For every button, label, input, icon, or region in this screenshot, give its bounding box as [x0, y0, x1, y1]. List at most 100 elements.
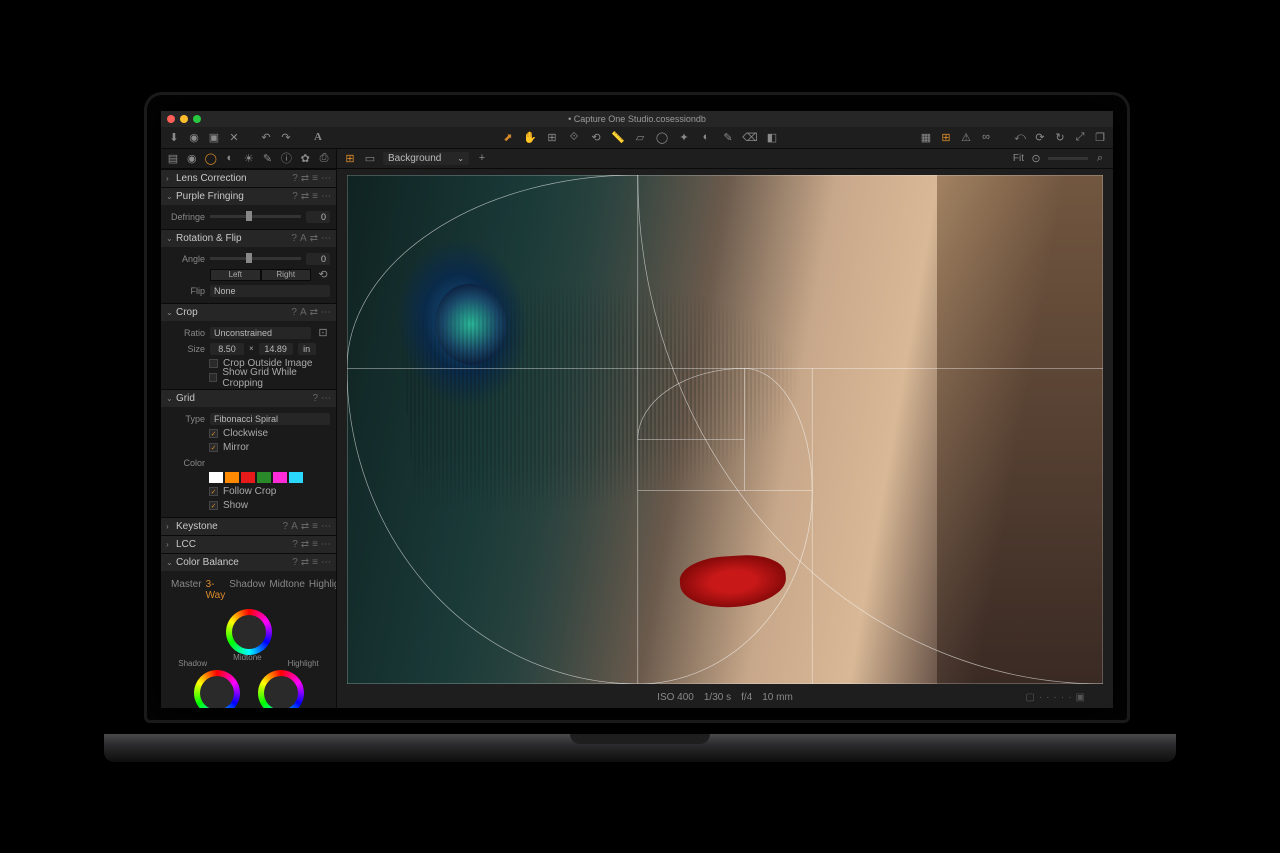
- search-icon[interactable]: ⌕: [1093, 151, 1107, 165]
- zoom-window[interactable]: [193, 115, 201, 123]
- highlight-wheel[interactable]: [258, 670, 304, 708]
- photo-preview: [347, 175, 1103, 684]
- cb-tab-midtone[interactable]: Midtone: [269, 579, 305, 601]
- rotate-tool-icon[interactable]: ⟲: [589, 130, 603, 144]
- size-unit-select[interactable]: in: [298, 343, 316, 355]
- panel-purple-header[interactable]: ⌄ Purple Fringing ?⇄≡⋯: [161, 187, 336, 205]
- straighten-tool-icon[interactable]: 📏: [611, 130, 625, 144]
- shadow-wheel[interactable]: [194, 670, 240, 708]
- brush-tool-icon[interactable]: ✎: [721, 130, 735, 144]
- tab-exposure-icon[interactable]: ☀: [243, 151, 255, 165]
- rating-dots[interactable]: ▢·····▣: [1025, 692, 1085, 703]
- tab-output-icon[interactable]: ⎙: [318, 151, 330, 165]
- main-toolbar: ⬇ ◉ ▣ ✕ ↶ ↷ A ⬈ ✋ ⊞ ⟐ ⟲ 📏 ▱ ◯ ✦ ◐ ✎ ⌫ ◧ …: [161, 127, 1113, 149]
- reset-icon[interactable]: ⟳: [1033, 130, 1047, 144]
- undo-icon[interactable]: ↶: [259, 130, 273, 144]
- grid-type-select[interactable]: Fibonacci Spiral: [210, 413, 330, 425]
- swatch-magenta[interactable]: [273, 472, 287, 483]
- zoom-slider[interactable]: [1048, 157, 1088, 160]
- text-icon[interactable]: A: [311, 130, 325, 144]
- swatch-red[interactable]: [241, 472, 255, 483]
- size-height-input[interactable]: 14.89: [259, 343, 293, 355]
- rotate-cw-icon[interactable]: ↻: [1053, 130, 1067, 144]
- chevron-down-icon: ⌄: [166, 234, 176, 243]
- expand-icon[interactable]: ⤢: [1073, 130, 1087, 144]
- focus-icon[interactable]: ▦: [919, 130, 933, 144]
- size-width-input[interactable]: 8.50: [210, 343, 244, 355]
- fit-label[interactable]: Fit: [1013, 153, 1024, 164]
- spot-tool-icon[interactable]: ◯: [655, 130, 669, 144]
- swatch-orange[interactable]: [225, 472, 239, 483]
- add-layer-icon[interactable]: +: [475, 151, 489, 165]
- panel-keystone-header[interactable]: › Keystone ?A⇄≡⋯: [161, 517, 336, 535]
- image-viewport[interactable]: [337, 169, 1113, 688]
- erase-tool-icon[interactable]: ⌫: [743, 130, 757, 144]
- zoom-slider-icon[interactable]: ⊙: [1029, 151, 1043, 165]
- panel-lcc-header[interactable]: › LCC ?⇄≡⋯: [161, 535, 336, 553]
- clockwise-checkbox[interactable]: ✓Clockwise: [167, 427, 330, 441]
- tab-meta-icon[interactable]: ⓘ: [280, 151, 292, 165]
- swatch-white[interactable]: [209, 472, 223, 483]
- pan-tool-icon[interactable]: ⊞: [545, 130, 559, 144]
- crop-tool-shortcut-icon[interactable]: ⊡: [316, 326, 330, 340]
- minimize-window[interactable]: [180, 115, 188, 123]
- close-window[interactable]: [167, 115, 175, 123]
- defringe-label: Defringe: [167, 212, 205, 222]
- tab-lens-icon[interactable]: ◯: [205, 151, 217, 165]
- reset-angle-icon[interactable]: ⟲: [316, 268, 330, 282]
- warning-icon[interactable]: ⚠: [959, 130, 973, 144]
- show-grid-checkbox[interactable]: ✓Show: [167, 499, 330, 513]
- clear-icon[interactable]: ✕: [227, 130, 241, 144]
- redo-icon[interactable]: ↷: [279, 130, 293, 144]
- show-grid-checkbox[interactable]: Show Grid While Cropping: [167, 371, 330, 385]
- cursor-tool-icon[interactable]: ⬈: [501, 130, 515, 144]
- preview-icon[interactable]: ∞: [979, 130, 993, 144]
- crop-tool-icon[interactable]: ⟐: [567, 130, 581, 144]
- gradient-tool-icon[interactable]: ◧: [765, 130, 779, 144]
- mask-tool-icon[interactable]: ◐: [699, 130, 713, 144]
- tab-library-icon[interactable]: ▤: [167, 151, 179, 165]
- angle-slider[interactable]: [210, 257, 301, 260]
- cb-tab-master[interactable]: Master: [171, 579, 202, 601]
- layer-select[interactable]: Background ⌄: [383, 152, 469, 165]
- panel-crop-header[interactable]: ⌄ Crop ?A⇄⋯: [161, 303, 336, 321]
- rotate-left-button[interactable]: Left: [210, 269, 261, 281]
- rotate-ccw-icon[interactable]: ⤺: [1013, 130, 1027, 144]
- angle-value[interactable]: 0: [306, 253, 330, 265]
- flip-select[interactable]: None: [210, 285, 330, 297]
- tab-settings-icon[interactable]: ✿: [299, 151, 311, 165]
- panel-lens-header[interactable]: › Lens Correction ?⇄≡⋯: [161, 169, 336, 187]
- swatch-cyan[interactable]: [289, 472, 303, 483]
- master-wheel[interactable]: [226, 609, 272, 655]
- defringe-slider[interactable]: [210, 215, 301, 218]
- view-grid-icon[interactable]: ⊞: [343, 151, 357, 165]
- tab-adjust-icon[interactable]: ✎: [262, 151, 274, 165]
- cb-tab-highlight[interactable]: Highlight: [309, 579, 336, 601]
- proof-icon[interactable]: ❐: [1093, 130, 1107, 144]
- grid-toggle-icon[interactable]: ⊞: [939, 130, 953, 144]
- tab-tether-icon[interactable]: ◉: [186, 151, 198, 165]
- panel-rotation-header[interactable]: ⌄ Rotation & Flip ?A⇄⋯: [161, 229, 336, 247]
- rotate-right-button[interactable]: Right: [261, 269, 312, 281]
- swatch-green[interactable]: [257, 472, 271, 483]
- keystone-tool-icon[interactable]: ▱: [633, 130, 647, 144]
- camera-icon[interactable]: ◉: [187, 130, 201, 144]
- cb-tab-3way[interactable]: 3-Way: [206, 579, 226, 601]
- chevron-down-icon: ⌄: [166, 558, 176, 567]
- chevron-down-icon: ⌄: [166, 192, 176, 201]
- heal-tool-icon[interactable]: ✦: [677, 130, 691, 144]
- panel-colorbalance-header[interactable]: ⌄ Color Balance ?⇄≡⋯: [161, 553, 336, 571]
- defringe-value[interactable]: 0: [306, 211, 330, 223]
- follow-crop-checkbox[interactable]: ✓Follow Crop: [167, 485, 330, 499]
- cb-tab-shadow[interactable]: Shadow: [229, 579, 265, 601]
- tab-color-icon[interactable]: ◐: [224, 151, 236, 165]
- import-icon[interactable]: ⬇: [167, 130, 181, 144]
- panel-grid-header[interactable]: ⌄ Grid ?⋯: [161, 389, 336, 407]
- hand-tool-icon[interactable]: ✋: [523, 130, 537, 144]
- mirror-checkbox[interactable]: ✓Mirror: [167, 441, 330, 455]
- main-area: ⊞ ▭ Background ⌄ + Fit ⊙ ⌕: [337, 149, 1113, 708]
- view-single-icon[interactable]: ▭: [363, 151, 377, 165]
- flip-label: Flip: [167, 286, 205, 296]
- folder-icon[interactable]: ▣: [207, 130, 221, 144]
- ratio-select[interactable]: Unconstrained: [210, 327, 311, 339]
